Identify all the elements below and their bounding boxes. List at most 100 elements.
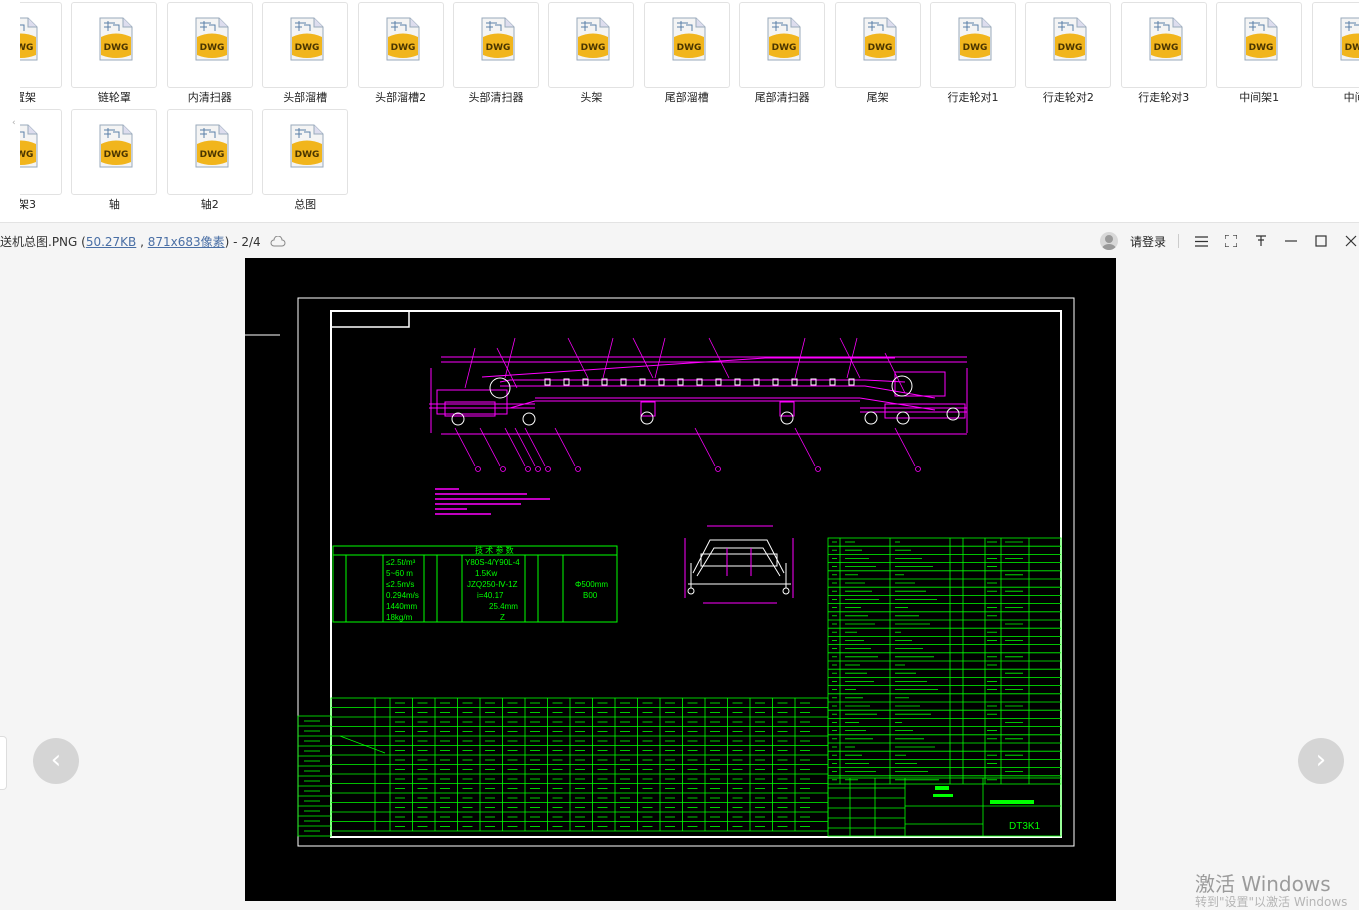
grid-scroll-strip[interactable]: ‹ bbox=[0, 0, 20, 222]
file-name-label[interactable]: 尾部溜槽 bbox=[632, 89, 742, 105]
svg-text:1440mm: 1440mm bbox=[386, 602, 417, 611]
svg-text:DWG: DWG bbox=[1058, 43, 1083, 53]
avatar-icon[interactable] bbox=[1099, 232, 1118, 250]
svg-text:Φ500mm: Φ500mm bbox=[575, 580, 608, 589]
conveyor-elevation bbox=[429, 356, 968, 435]
params-header: 技 术 参 数 bbox=[475, 545, 514, 555]
file-tile[interactable]: DWG bbox=[166, 109, 253, 195]
file-tile[interactable]: DWG bbox=[548, 2, 635, 88]
login-button[interactable]: 请登录 bbox=[1130, 233, 1166, 250]
svg-text:DWG: DWG bbox=[199, 43, 224, 53]
svg-text:DWG: DWG bbox=[295, 43, 320, 53]
file-tile[interactable]: DWG bbox=[1311, 2, 1359, 88]
svg-text:0.294m/s: 0.294m/s bbox=[386, 591, 419, 600]
dwg-file-icon: DWG bbox=[290, 124, 324, 168]
file-tile[interactable]: DWG bbox=[930, 2, 1016, 88]
svg-text:≤2.5m/s: ≤2.5m/s bbox=[386, 580, 414, 589]
dwg-file-icon: DWG bbox=[958, 17, 992, 61]
svg-text:DWG: DWG bbox=[295, 150, 320, 160]
maximize-icon[interactable] bbox=[1313, 233, 1329, 249]
file-size-link[interactable]: 50.27KB bbox=[86, 235, 136, 249]
file-tile[interactable]: DWG bbox=[1216, 2, 1303, 88]
parts-list-table bbox=[827, 537, 1062, 785]
file-name-label[interactable]: 链轮罩 bbox=[59, 89, 169, 105]
dwg-file-icon: DWG bbox=[481, 17, 515, 61]
file-tile[interactable]: DWG bbox=[739, 2, 826, 88]
svg-text:DWG: DWG bbox=[104, 150, 129, 160]
svg-text:JZQ250-Ⅳ-1Z: JZQ250-Ⅳ-1Z bbox=[467, 580, 518, 589]
dwg-file-icon: DWG bbox=[1053, 17, 1087, 61]
cloud-icon[interactable] bbox=[270, 235, 286, 247]
file-name-label[interactable]: 内清扫器 bbox=[155, 89, 265, 105]
file-name-label[interactable]: 头部溜槽 bbox=[250, 89, 360, 105]
toolbar-divider bbox=[1178, 234, 1179, 248]
dimensions-link[interactable]: 871x683像素 bbox=[148, 235, 225, 249]
file-grid: DWG 置架 DWG 链轮罩 DWG 内清扫器 DWG 头部溜槽 DWG 头部溜槽2 DWG 头部清扫… bbox=[0, 0, 1359, 223]
prev-image-button[interactable]: ‹ bbox=[33, 738, 79, 784]
dwg-file-icon: DWG bbox=[1244, 17, 1278, 61]
svg-text:DWG: DWG bbox=[963, 43, 988, 53]
svg-text:Y80S-4/Y90L-4: Y80S-4/Y90L-4 bbox=[465, 558, 520, 567]
dwg-file-icon: DWG bbox=[863, 17, 897, 61]
svg-text:DWG: DWG bbox=[1249, 43, 1274, 53]
svg-text:DWG: DWG bbox=[1153, 43, 1178, 53]
file-info: 送机总图.PNG (50.27KB , 871x683像素) - 2/4 bbox=[0, 233, 286, 250]
file-name-label[interactable]: 行走轮对3 bbox=[1109, 89, 1219, 105]
file-tile[interactable]: DWG bbox=[262, 2, 349, 88]
svg-text:DWG: DWG bbox=[772, 43, 797, 53]
file-name-label[interactable]: 中间 bbox=[1300, 89, 1359, 105]
file-tile[interactable]: DWG bbox=[1120, 2, 1207, 88]
file-name-label[interactable]: 轴 bbox=[59, 196, 169, 212]
file-tile[interactable]: DWG bbox=[357, 2, 444, 88]
svg-text:Z: Z bbox=[500, 613, 505, 622]
side-panel-handle[interactable] bbox=[0, 736, 7, 790]
filename: 送机总图.PNG ( bbox=[0, 235, 86, 249]
fullscreen-icon[interactable] bbox=[1223, 233, 1239, 249]
file-tile[interactable]: DWG bbox=[262, 109, 349, 195]
file-name-label[interactable]: 行走轮对2 bbox=[1013, 89, 1123, 105]
dwg-file-icon: DWG bbox=[290, 17, 324, 61]
svg-text:DWG: DWG bbox=[867, 43, 892, 53]
file-name-label[interactable]: 中间架1 bbox=[1204, 89, 1314, 105]
svg-text:≤2.5t/m³: ≤2.5t/m³ bbox=[386, 558, 416, 567]
dwg-file-icon: DWG bbox=[672, 17, 706, 61]
pin-icon[interactable] bbox=[1253, 233, 1269, 249]
file-name-label[interactable]: 头架 bbox=[536, 89, 646, 105]
file-tile[interactable]: DWG bbox=[834, 2, 921, 88]
file-name-label[interactable]: 尾架 bbox=[823, 89, 933, 105]
file-tile[interactable]: DWG bbox=[166, 2, 253, 88]
dwg-file-icon: DWG bbox=[195, 124, 229, 168]
file-name-label[interactable]: 轴2 bbox=[155, 196, 265, 212]
image-preview: 技 术 参 数 ≤2.5t/m³ 5~60 m ≤2.5m/s 0.294m/s… bbox=[245, 258, 1116, 901]
file-tile[interactable]: DWG bbox=[71, 109, 158, 195]
file-name-label[interactable]: 总图 bbox=[250, 196, 360, 212]
file-tile[interactable]: DWG bbox=[453, 2, 539, 88]
file-tile[interactable]: DWG bbox=[643, 2, 730, 88]
dwg-file-icon: DWG bbox=[99, 124, 133, 168]
svg-text:DWG: DWG bbox=[676, 43, 701, 53]
file-name-label[interactable]: 行走轮对1 bbox=[918, 89, 1028, 105]
svg-text:25.4mm: 25.4mm bbox=[489, 602, 518, 611]
cross-section bbox=[684, 525, 794, 604]
chevron-left-icon[interactable]: ‹ bbox=[12, 118, 16, 128]
svg-text:5~60 m: 5~60 m bbox=[386, 569, 413, 578]
drawing-code: DT3K1 bbox=[1009, 821, 1041, 832]
length-table bbox=[330, 697, 829, 832]
cad-drawing: 技 术 参 数 ≤2.5t/m³ 5~60 m ≤2.5m/s 0.294m/s… bbox=[245, 297, 1075, 847]
file-name-label[interactable]: 头部溜槽2 bbox=[346, 89, 456, 105]
minimize-icon[interactable] bbox=[1283, 233, 1299, 249]
windows-activation-subtext: 转到"设置"以激活 Windows bbox=[1195, 895, 1348, 909]
svg-text:DWG: DWG bbox=[199, 150, 224, 160]
file-name-label[interactable]: 尾部清扫器 bbox=[727, 89, 837, 105]
dwg-file-icon: DWG bbox=[386, 17, 420, 61]
dwg-file-icon: DWG bbox=[1340, 17, 1359, 61]
menu-icon[interactable] bbox=[1193, 233, 1209, 249]
next-image-button[interactable]: › bbox=[1298, 738, 1344, 784]
svg-text:DWG: DWG bbox=[486, 43, 511, 53]
close-icon[interactable] bbox=[1343, 233, 1359, 249]
dwg-file-icon: DWG bbox=[1149, 17, 1183, 61]
file-tile[interactable]: DWG bbox=[71, 2, 158, 88]
file-name-label[interactable]: 头部清扫器 bbox=[441, 89, 551, 105]
file-tile[interactable]: DWG bbox=[1025, 2, 1112, 88]
revision-column bbox=[297, 715, 332, 837]
